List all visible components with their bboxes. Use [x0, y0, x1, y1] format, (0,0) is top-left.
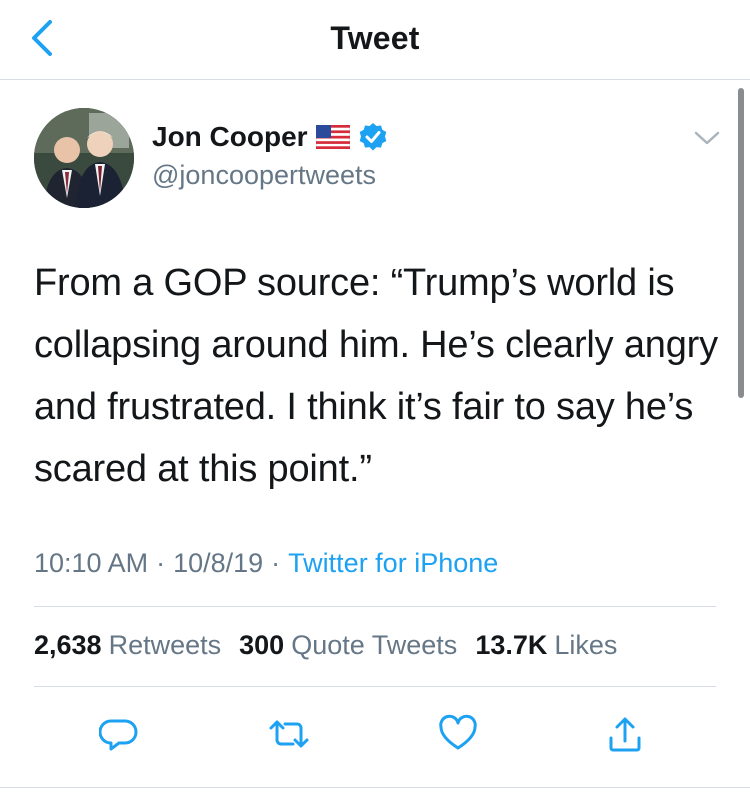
us-flag-icon [315, 124, 351, 150]
retweets-count: 2,638 [34, 630, 102, 660]
chevron-down-icon [694, 131, 720, 145]
page-title: Tweet [330, 20, 420, 56]
quote-tweets-count: 300 [239, 630, 285, 660]
likes-count: 13.7K [475, 630, 548, 660]
author-name-row[interactable]: Jon Cooper [152, 121, 388, 153]
like-button[interactable] [436, 712, 480, 756]
tweet-stats: 2,638 Retweets 300 Quote Tweets 13.7K Li… [34, 630, 635, 661]
share-button[interactable] [603, 712, 647, 756]
tweet-actions [0, 706, 750, 762]
like-icon [439, 714, 477, 750]
tweet-meta: 10:10 AM · 10/8/19 · Twitter for iPhone [34, 548, 498, 579]
likes-label: Likes [554, 630, 618, 660]
verified-badge-icon [358, 122, 388, 152]
scrollbar[interactable] [738, 88, 744, 398]
author-handle[interactable]: @joncoopertweets [152, 160, 376, 191]
reply-button[interactable] [97, 712, 141, 756]
quote-tweets-stat[interactable]: 300 Quote Tweets [239, 630, 457, 661]
avatar[interactable] [34, 108, 134, 208]
retweets-label: Retweets [108, 630, 222, 660]
quote-tweets-label: Quote Tweets [291, 630, 458, 660]
avatar-photo [34, 108, 134, 208]
divider [0, 787, 750, 788]
divider [34, 686, 716, 687]
meta-separator: · [156, 548, 166, 578]
author-name[interactable]: Jon Cooper [152, 121, 308, 153]
meta-separator: · [271, 548, 281, 578]
retweet-icon [269, 720, 309, 748]
tweet-date: 10/8/19 [173, 548, 264, 578]
share-icon [609, 717, 641, 752]
navigation-bar: Tweet [0, 0, 750, 80]
tweet-source-link[interactable]: Twitter for iPhone [288, 548, 498, 579]
likes-stat[interactable]: 13.7K Likes [475, 630, 617, 661]
retweets-stat[interactable]: 2,638 Retweets [34, 630, 221, 661]
divider [34, 606, 716, 607]
retweet-button[interactable] [267, 712, 311, 756]
reply-icon [99, 719, 138, 751]
tweet-time: 10:10 AM [34, 548, 149, 578]
tweet-text: From a GOP source: “Trump’s world is col… [34, 262, 718, 490]
more-options-button[interactable] [692, 128, 722, 148]
